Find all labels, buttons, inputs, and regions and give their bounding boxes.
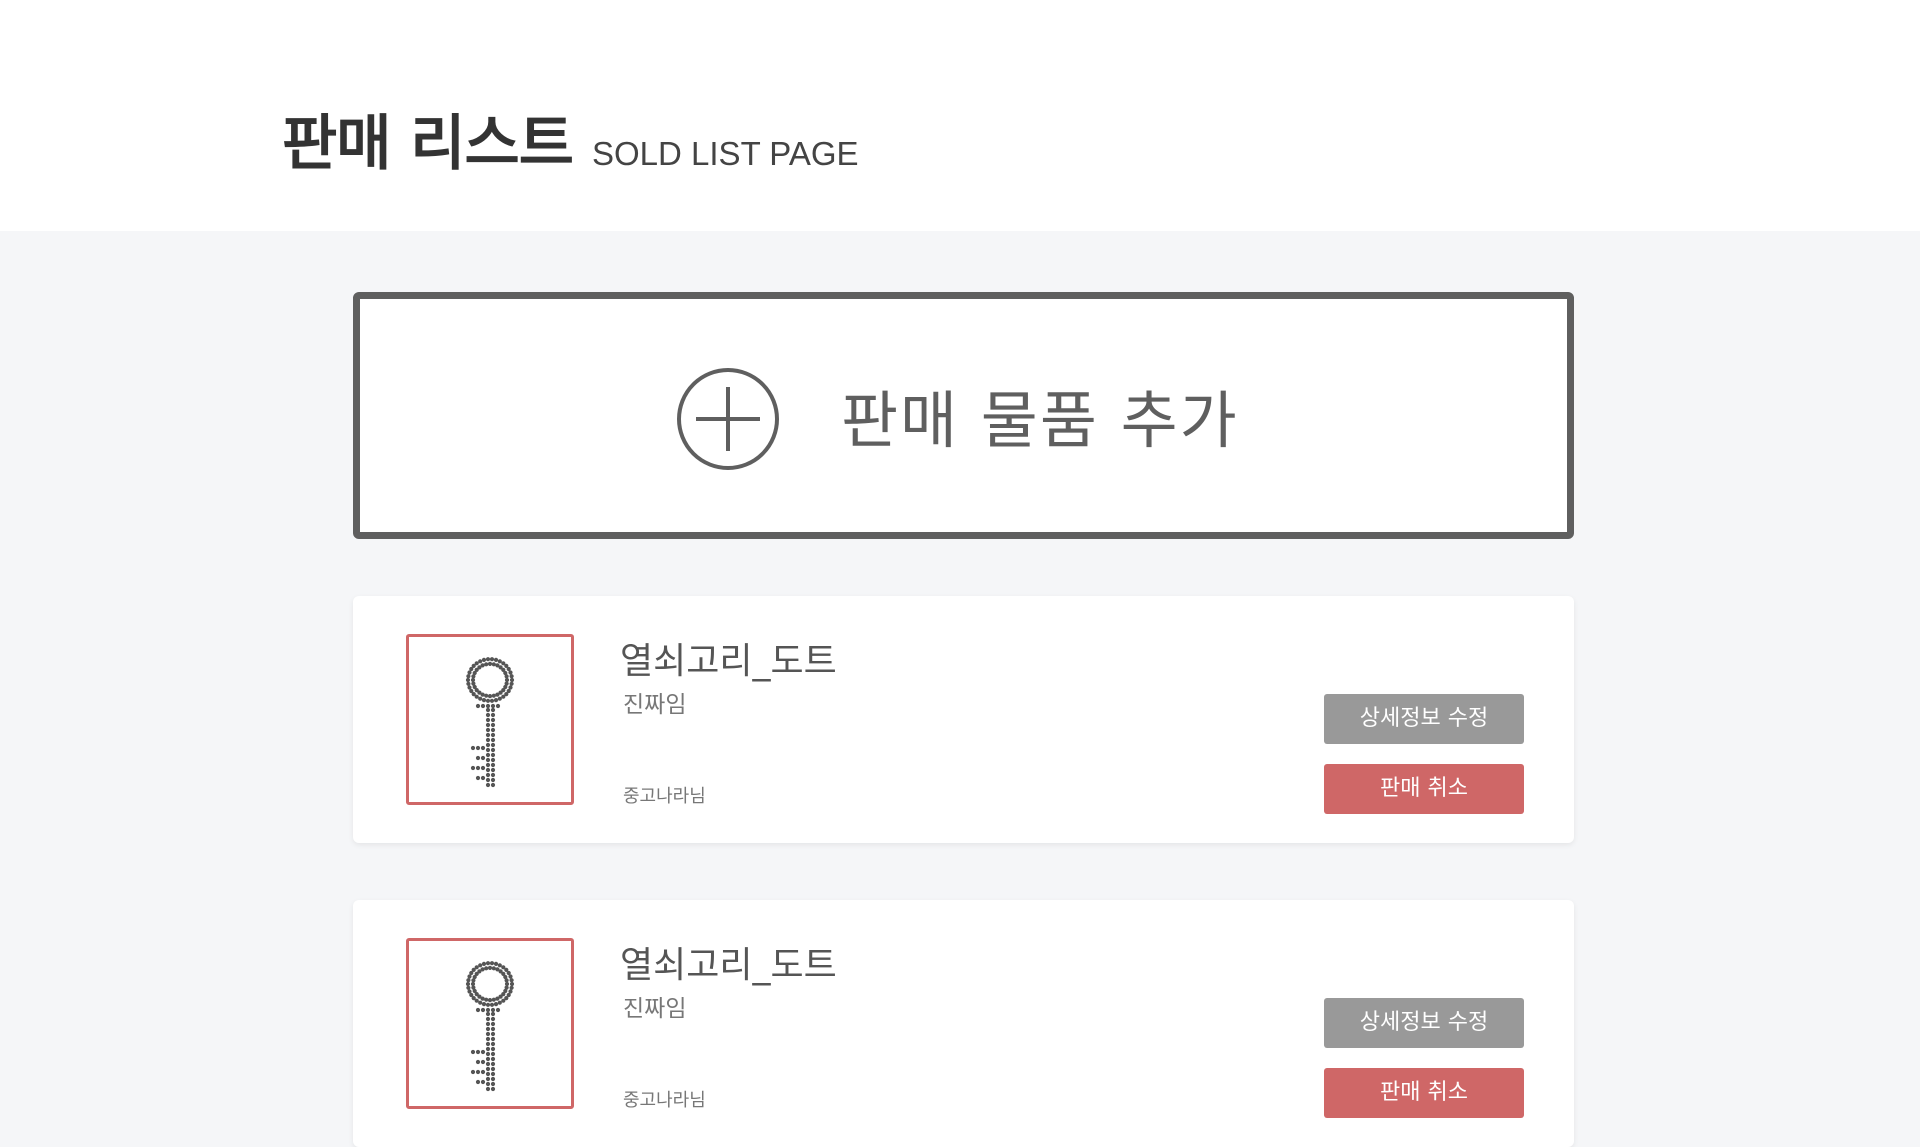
edit-details-button[interactable]: 상세정보 수정 [1324, 998, 1524, 1048]
item-thumbnail[interactable] [406, 938, 574, 1109]
page-header: 판매 리스트 SOLD LIST PAGE [0, 0, 1920, 231]
item-title: 열쇠고리_도트 [620, 641, 837, 682]
sold-item-card: 열쇠고리_도트 진짜임 중고나라님 상세정보 수정 판매 취소 [353, 596, 1574, 843]
cancel-sale-button[interactable]: 판매 취소 [1324, 764, 1524, 814]
item-thumbnail[interactable] [406, 634, 574, 805]
pixel-key-icon [465, 657, 515, 788]
item-description: 진짜임 [623, 692, 687, 718]
item-title: 열쇠고리_도트 [620, 945, 837, 986]
page-subtitle: SOLD LIST PAGE [592, 135, 859, 172]
plus-circle-icon [677, 368, 779, 470]
page-title: 판매 리스트 [282, 109, 574, 179]
add-item-button[interactable]: 판매 물품 추가 [353, 292, 1574, 539]
add-item-label: 판매 물품 추가 [841, 384, 1239, 457]
item-seller: 중고나라님 [623, 1090, 706, 1111]
edit-details-button[interactable]: 상세정보 수정 [1324, 694, 1524, 744]
item-seller: 중고나라님 [623, 786, 706, 807]
cancel-sale-button[interactable]: 판매 취소 [1324, 1068, 1524, 1118]
pixel-key-icon [465, 961, 515, 1092]
item-description: 진짜임 [623, 996, 687, 1022]
sold-item-card: 열쇠고리_도트 진짜임 중고나라님 상세정보 수정 판매 취소 [353, 900, 1574, 1147]
